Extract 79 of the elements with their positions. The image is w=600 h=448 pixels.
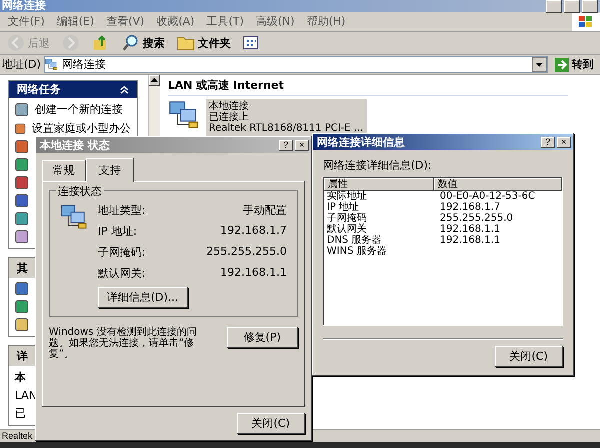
flag-logo-icon xyxy=(578,14,594,28)
task-icon[interactable] xyxy=(15,122,26,136)
connection-item[interactable]: 本地连接 已连接上 Realtek RTL8168/8111 PCI-E ... xyxy=(206,99,367,136)
maximize-button[interactable] xyxy=(564,0,580,12)
column-header[interactable]: 属性 xyxy=(324,178,434,191)
task-icon[interactable] xyxy=(15,282,29,296)
close-dialog-button[interactable]: 关闭(C) xyxy=(494,346,563,367)
search-icon xyxy=(122,34,140,52)
menu-item[interactable]: 编辑(E) xyxy=(52,14,98,29)
details-button[interactable]: 详细信息(D)... xyxy=(98,287,188,308)
field-label: 默认网关: xyxy=(98,266,146,281)
table-cell-text: WINS 服务器 xyxy=(327,246,388,257)
close-button[interactable]: × xyxy=(295,140,309,150)
dialog-title: 本地连接 状态 xyxy=(40,138,110,152)
menu-item[interactable]: 文件(F) xyxy=(4,14,49,29)
go-button[interactable]: 转到 xyxy=(551,57,598,72)
table-cell-text: 默认网关 xyxy=(327,224,368,235)
field-value: 255.255.255.0 xyxy=(206,245,287,260)
field-label: 地址类型: xyxy=(98,203,146,218)
details-text: 已 xyxy=(15,406,27,421)
task-icon[interactable] xyxy=(15,140,29,154)
task-icon[interactable] xyxy=(15,194,29,208)
field-value: 192.168.1.7 xyxy=(220,224,287,239)
help-button[interactable]: ? xyxy=(541,136,555,148)
dropdown-button[interactable] xyxy=(532,57,547,72)
table-cell-text: 子网掩码 xyxy=(327,213,368,224)
tab[interactable]: 常规 xyxy=(42,160,86,181)
message-text: Windows 没有检测到此连接的问题。如果您无法连接，请单击“修复”。 xyxy=(49,327,198,360)
task-link[interactable]: 设置家庭或小型办公 xyxy=(15,121,131,136)
field-value: 手动配置 xyxy=(243,203,287,218)
help-button[interactable]: ? xyxy=(279,140,293,150)
table-cell: 192.168.1.1 xyxy=(440,224,500,235)
task-link[interactable]: 创建一个新的连接 xyxy=(15,102,131,117)
menu-item[interactable]: 查看(V) xyxy=(102,14,149,29)
table-cell-text: DNS 服务器 xyxy=(327,235,383,246)
close-dialog-button[interactable]: 关闭(C) xyxy=(236,413,305,434)
task-icon[interactable] xyxy=(15,212,29,226)
menu-item[interactable]: 收藏(A) xyxy=(152,14,199,29)
list-label: 网络连接详细信息(D): xyxy=(323,158,433,173)
arrow-icon xyxy=(555,58,569,72)
field-label: 子网掩码: xyxy=(98,245,146,260)
table-cell-text: 实际地址 xyxy=(327,191,368,202)
table-cell-text: IP 地址 xyxy=(327,202,360,213)
group-label: 连接状态 xyxy=(56,184,104,199)
network-icon xyxy=(45,58,60,72)
menu-item[interactable]: 工具(T) xyxy=(202,14,248,29)
address-field[interactable]: 网络连接 xyxy=(44,56,548,73)
address-label: 地址(D) xyxy=(2,57,42,72)
tab[interactable]: 支持 xyxy=(86,158,134,182)
repair-button[interactable]: 修复(P) xyxy=(226,327,298,348)
task-icon[interactable] xyxy=(15,102,29,116)
task-icon[interactable] xyxy=(15,158,29,172)
column-header[interactable]: 数值 xyxy=(434,178,562,191)
field-value: 192.168.1.1 xyxy=(220,266,287,281)
dialog-title: 网络连接详细信息 xyxy=(317,134,405,150)
panel-header[interactable]: 网络任务 xyxy=(9,81,137,98)
close-button[interactable]: × xyxy=(557,136,571,148)
table-cell: 255.255.255.0 xyxy=(440,213,514,224)
table-cell: 192.168.1.1 xyxy=(440,235,500,246)
toolbar-button[interactable]: 文件夹 xyxy=(174,33,234,53)
task-icon[interactable] xyxy=(15,230,29,244)
group-heading: LAN 或高速 Internet xyxy=(168,78,568,96)
chevron-icon[interactable] xyxy=(120,86,129,94)
scroll-up-button[interactable] xyxy=(149,75,160,86)
minimize-button[interactable] xyxy=(546,0,562,12)
task-icon[interactable] xyxy=(15,176,29,190)
up-arrow-icon xyxy=(151,77,158,82)
table-cell: 00-E0-A0-12-53-6C xyxy=(440,191,536,202)
menu-item[interactable]: 帮助(H) xyxy=(302,14,350,29)
views-icon xyxy=(243,35,261,51)
down-arrow-icon xyxy=(536,62,543,66)
table-cell: 192.168.1.7 xyxy=(440,202,500,213)
task-icon[interactable] xyxy=(15,300,29,314)
task-icon[interactable] xyxy=(15,318,29,332)
close-button[interactable] xyxy=(582,0,598,12)
menu-item[interactable]: 高级(N) xyxy=(252,14,299,29)
toolbar-button[interactable]: 搜索 xyxy=(119,33,168,53)
details-name: 本 xyxy=(15,370,27,385)
field-label: IP 地址: xyxy=(98,224,138,239)
